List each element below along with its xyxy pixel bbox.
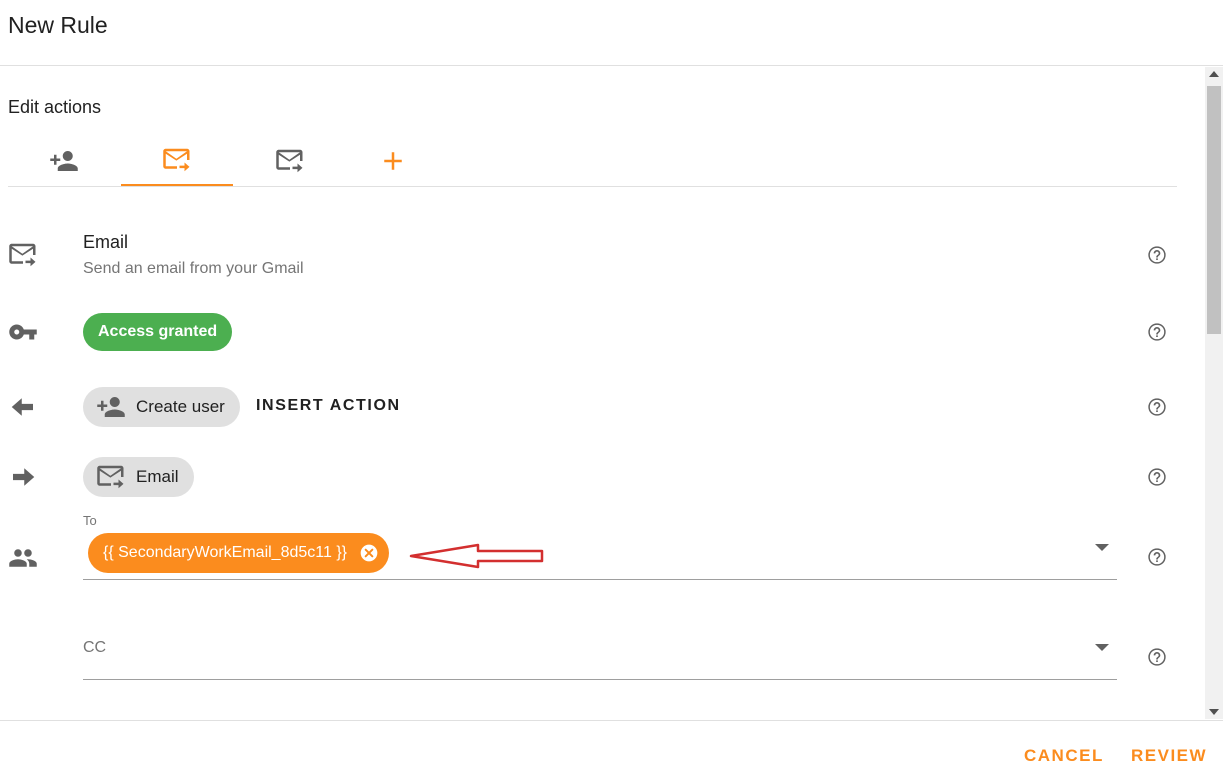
previous-action-chip[interactable]: Create user [83, 387, 240, 427]
tab-create-user[interactable] [8, 135, 120, 186]
to-dropdown-arrow[interactable] [1095, 544, 1109, 551]
cc-input[interactable]: CC [83, 639, 106, 657]
forward-email-icon [276, 149, 303, 172]
add-user-icon [97, 397, 125, 417]
remove-chip-icon[interactable] [359, 543, 379, 563]
action-subtitle: Send an email from your Gmail [83, 260, 304, 277]
help-icon[interactable] [1147, 245, 1167, 265]
cc-dropdown-arrow[interactable] [1095, 644, 1109, 651]
help-icon[interactable] [1147, 547, 1167, 567]
previous-action-label: Create user [136, 397, 225, 416]
help-icon[interactable] [1147, 467, 1167, 487]
scroll-up-arrow[interactable] [1209, 71, 1219, 77]
scrollbar-thumb[interactable] [1207, 86, 1221, 334]
forward-email-icon [97, 465, 124, 489]
vertical-scrollbar[interactable] [1205, 67, 1223, 719]
review-button[interactable]: REVIEW [1131, 746, 1207, 766]
dialog-title: New Rule [8, 12, 108, 38]
access-granted-badge: Access granted [83, 313, 233, 351]
arrow-right-icon [13, 468, 35, 486]
annotation-arrow-icon [409, 543, 544, 569]
tab-email-active[interactable] [121, 135, 233, 186]
plus-icon [384, 151, 402, 170]
to-field-underline [83, 579, 1117, 580]
next-action-chip[interactable]: Email [83, 457, 194, 497]
arrow-left-icon [11, 398, 33, 416]
scroll-down-arrow[interactable] [1209, 709, 1219, 715]
action-title: Email [83, 232, 129, 252]
help-icon[interactable] [1147, 322, 1167, 342]
dialog-footer: CANCEL REVIEW [0, 720, 1223, 768]
dialog-header: New Rule [0, 0, 1223, 66]
tab-add-action[interactable] [337, 135, 449, 186]
forward-email-icon [163, 148, 190, 171]
to-recipient-chip[interactable]: {{ SecondaryWorkEmail_8d5c11 }} [88, 533, 390, 573]
tab-email[interactable] [234, 135, 346, 186]
forward-email-icon [9, 243, 36, 267]
to-field-label: To [83, 513, 97, 528]
action-tabs [8, 135, 1177, 187]
insert-action-button[interactable]: INSERT ACTION [256, 397, 401, 415]
next-action-label: Email [136, 467, 179, 486]
help-icon[interactable] [1147, 647, 1167, 667]
people-icon [9, 549, 37, 567]
section-title: Edit actions [8, 97, 102, 117]
add-user-icon [50, 150, 78, 171]
help-icon[interactable] [1147, 397, 1167, 417]
to-recipient-value: {{ SecondaryWorkEmail_8d5c11 }} [103, 544, 348, 561]
cc-field-underline [83, 679, 1117, 680]
key-icon [9, 324, 37, 340]
cancel-button[interactable]: CANCEL [1024, 746, 1104, 766]
